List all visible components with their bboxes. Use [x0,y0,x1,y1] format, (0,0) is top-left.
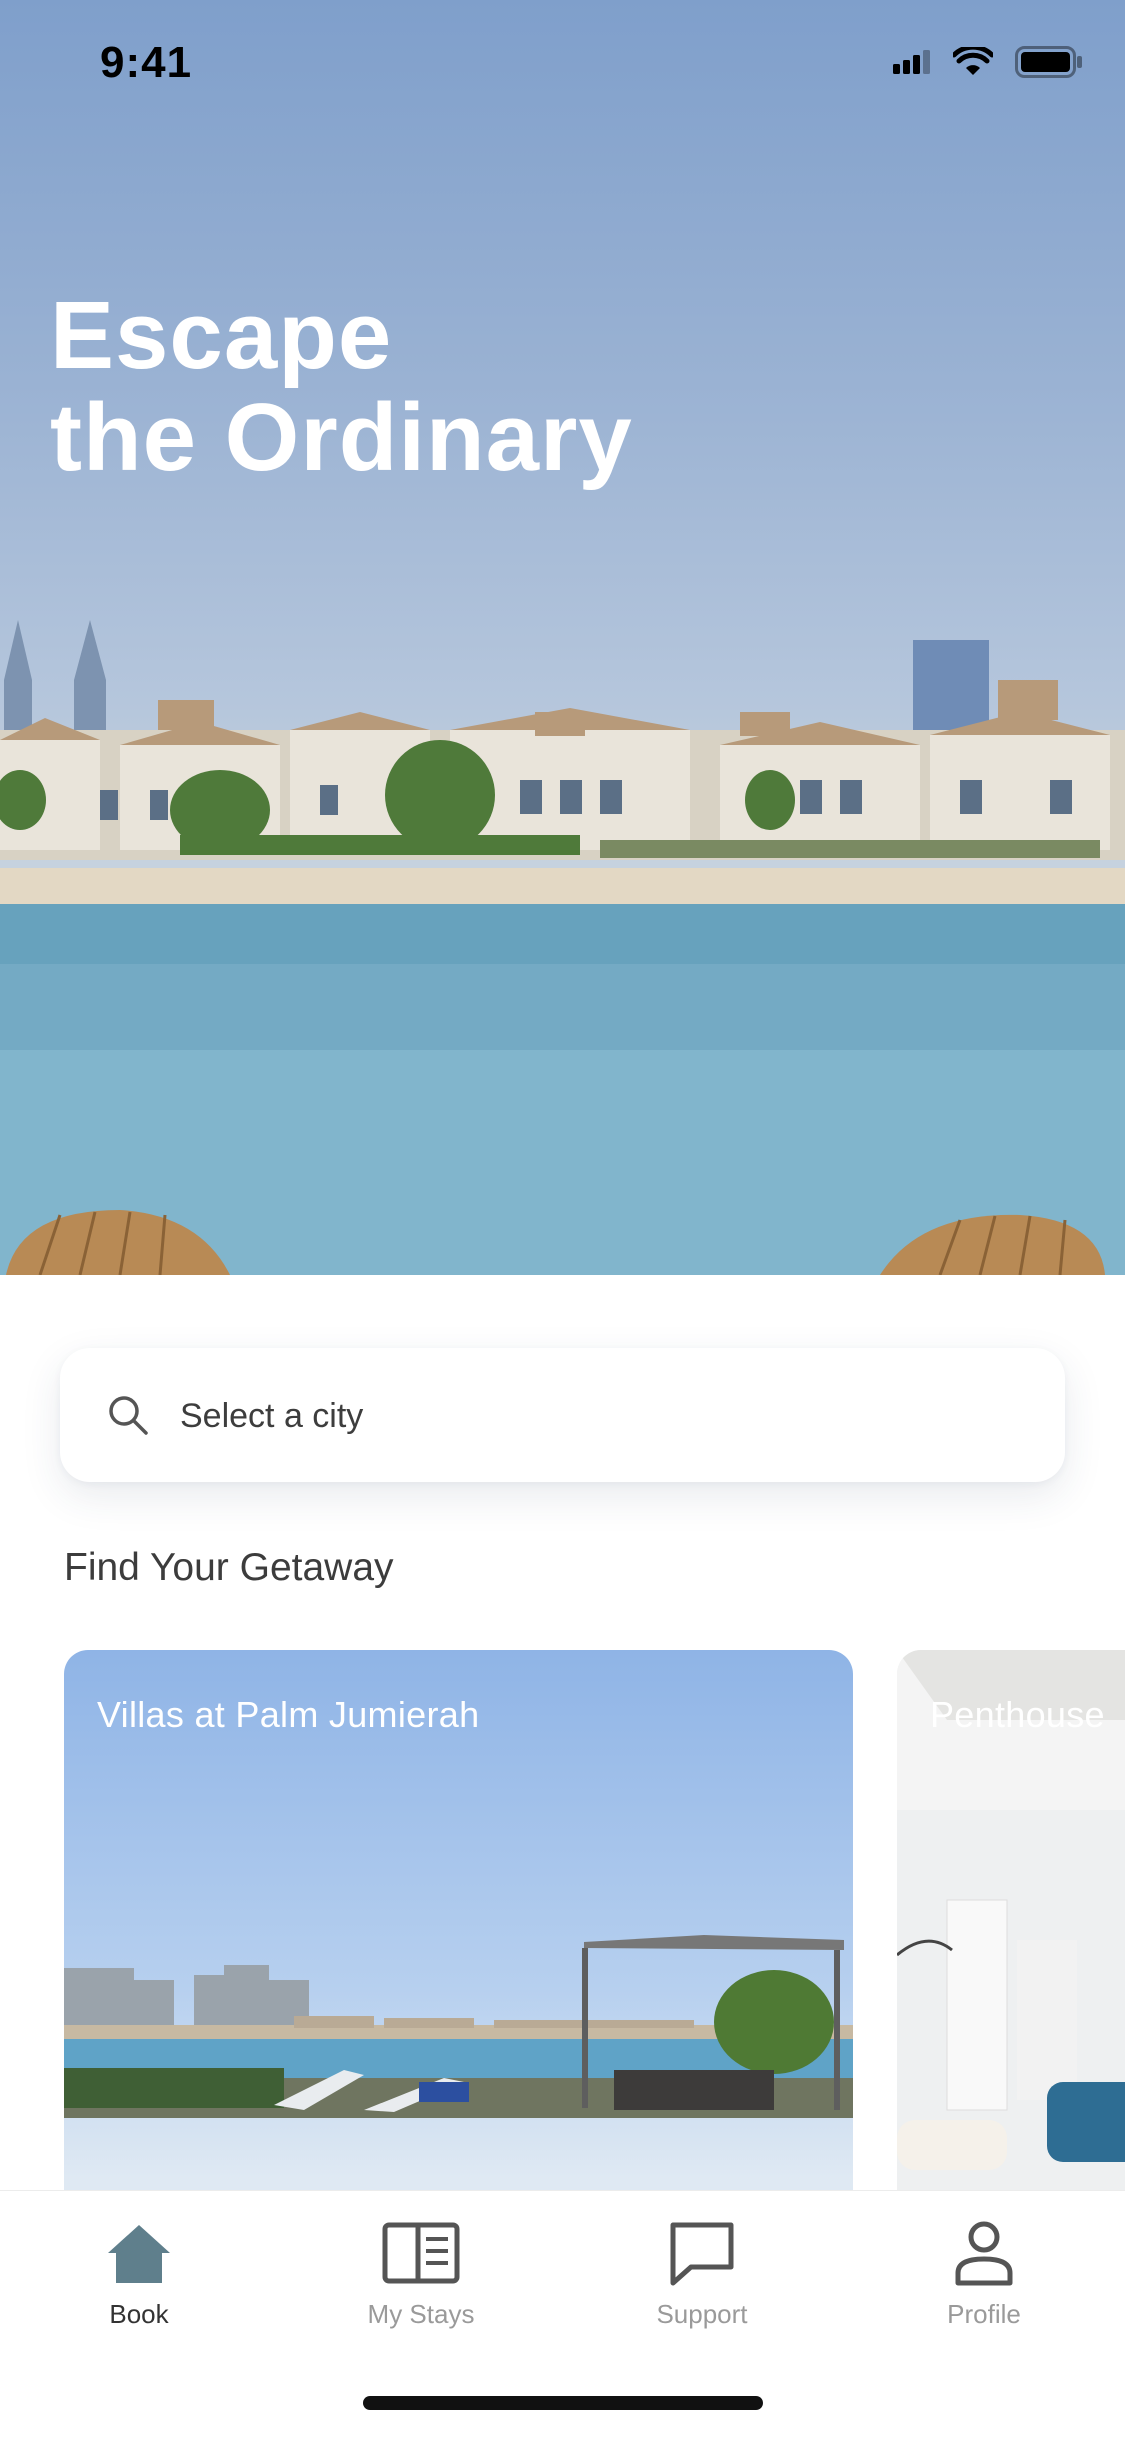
hero-title: Escape the Ordinary [50,282,633,491]
tab-label: My Stays [367,2299,475,2329]
person-icon [955,2221,1013,2286]
getaway-card[interactable]: Villas at Palm Jumierah [64,1650,853,2190]
status-bar: 9:41 [0,0,1125,130]
city-search-card[interactable] [60,1348,1065,1482]
getaway-carousel[interactable]: Villas at Palm Jumierah Penthouse [0,1650,1125,2190]
tab-my-stays[interactable]: My Stays [321,2219,521,2330]
status-time: 9:41 [100,38,193,87]
tab-label: Profile [947,2299,1021,2329]
tab-profile[interactable]: Profile [884,2219,1084,2330]
city-search-input[interactable] [178,1384,1042,1448]
chat-bubble-icon [670,2222,734,2286]
card-title: Penthouse [930,1694,1105,1735]
home-indicator[interactable] [363,2396,763,2410]
card-title: Villas at Palm Jumierah [97,1694,480,1735]
hero-banner: 9:41 Escape the Ordinary [0,0,1125,1275]
hero-photo [0,620,1125,1275]
tab-label: Book [109,2299,169,2329]
section-title: Find Your Getaway [64,1546,394,1589]
home-icon [108,2225,170,2283]
wifi-icon [953,47,993,75]
tab-support[interactable]: Support [602,2219,802,2330]
search-icon [109,1396,148,1435]
cellular-signal-icon [893,50,930,74]
battery-icon [1015,46,1082,78]
book-icon [382,2222,460,2284]
tab-label: Support [656,2299,748,2329]
tab-book[interactable]: Book [39,2219,239,2330]
getaway-card[interactable]: Penthouse [897,1650,1125,2190]
